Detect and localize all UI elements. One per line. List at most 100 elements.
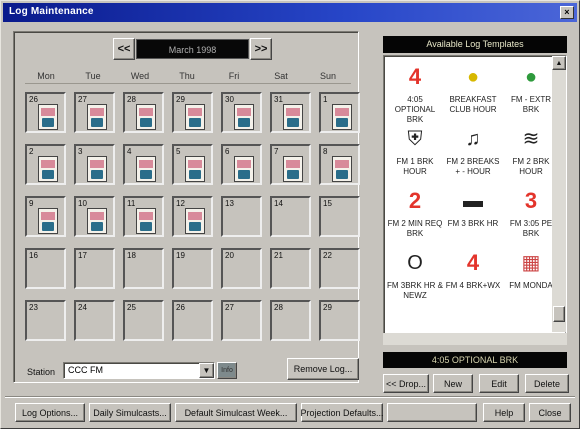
templates-vscrollbar[interactable]: ▲ ▼ <box>552 56 566 344</box>
log-document-icon <box>185 156 205 182</box>
template-label: FM 2 BREAKS + - HOUR <box>446 157 500 176</box>
template-item[interactable]: ⛨ FM 1 BRK HOUR <box>386 124 444 177</box>
calendar-day[interactable]: 2 <box>25 144 66 185</box>
calendar-day[interactable]: 19 <box>172 248 213 289</box>
calendar-day[interactable]: 30 <box>221 92 262 133</box>
calendar-day[interactable]: 20 <box>221 248 262 289</box>
log-document-icon <box>283 156 303 182</box>
calendar-day[interactable]: 26 <box>25 92 66 133</box>
log-document-icon <box>185 104 205 130</box>
close-button[interactable]: Close <box>529 403 571 422</box>
template-label: FM - EXTR BRK <box>511 95 551 114</box>
calendar-day[interactable]: 28 <box>270 300 311 341</box>
templates-hscrollbar[interactable] <box>383 333 567 345</box>
calendar-day[interactable]: 18 <box>123 248 164 289</box>
music-icon: ♫ <box>465 128 481 150</box>
calendar-day[interactable]: 6 <box>221 144 262 185</box>
scroll-up-icon[interactable]: ▲ <box>552 56 566 70</box>
calendar-day[interactable]: 4 <box>123 144 164 185</box>
prev-month-button[interactable]: << <box>113 38 135 60</box>
calendar-day[interactable]: 9 <box>25 196 66 237</box>
day-number: 14 <box>274 199 283 208</box>
calendar-day[interactable]: 12 <box>172 196 213 237</box>
delete-button[interactable]: Delete <box>525 374 569 393</box>
calendar-day[interactable]: 22 <box>319 248 360 289</box>
day-number: 22 <box>323 251 332 260</box>
calendar-day[interactable]: 29 <box>319 300 360 341</box>
log-document-icon <box>136 104 156 130</box>
help-button[interactable]: Help <box>483 403 525 422</box>
calendar-day[interactable]: 23 <box>25 300 66 341</box>
day-number: 1 <box>323 95 328 104</box>
close-icon[interactable]: × <box>560 6 574 19</box>
station-info-button[interactable]: Info <box>217 362 237 379</box>
day-number: 25 <box>127 303 136 312</box>
day-number: 6 <box>225 147 230 156</box>
drop-button[interactable]: << Drop... <box>383 374 429 393</box>
calendar-day[interactable]: 31 <box>270 92 311 133</box>
day-number: 2 <box>29 147 34 156</box>
log-options-button[interactable]: Log Options... <box>15 403 85 422</box>
shield-icon: ⛨ <box>407 128 423 150</box>
calendar-day[interactable]: 7 <box>270 144 311 185</box>
day-number: 11 <box>127 199 136 208</box>
calendar-day[interactable]: 8 <box>319 144 360 185</box>
template-item[interactable]: ● BREAKFAST CLUB HOUR <box>444 62 502 115</box>
day-number: 31 <box>274 95 283 104</box>
template-item[interactable]: ♫ FM 2 BREAKS + - HOUR <box>444 124 502 177</box>
template-item[interactable]: 4 FM 4 BRK+WX <box>444 248 502 291</box>
weekday-label: Wed <box>130 71 150 81</box>
calendar-day[interactable]: 14 <box>270 196 311 237</box>
footer-divider <box>5 396 575 398</box>
calendar-day[interactable]: 16 <box>25 248 66 289</box>
daily-simulcasts-button[interactable]: Daily Simulcasts... <box>89 403 171 422</box>
station-select[interactable]: CCC FM <box>63 362 215 379</box>
calendar-day[interactable]: 3 <box>74 144 115 185</box>
calendar-day[interactable]: 29 <box>172 92 213 133</box>
scroll-thumb[interactable] <box>553 306 565 322</box>
station-label: Station <box>27 367 56 377</box>
calendar-day[interactable]: 25 <box>123 300 164 341</box>
calendar-day[interactable]: 17 <box>74 248 115 289</box>
selected-template: 4:05 OPTIONAL BRK <box>383 352 567 368</box>
template-item[interactable]: O FM 3BRK HR & NEWZ <box>386 248 444 301</box>
window-title: Log Maintenance <box>9 6 94 17</box>
day-number: 27 <box>78 95 87 104</box>
calendar-day[interactable]: 15 <box>319 196 360 237</box>
template-label: FM 3BRK HR & NEWZ <box>386 281 443 300</box>
calendar-day[interactable]: 21 <box>270 248 311 289</box>
template-label: FM 2 BRK HOUR <box>512 157 550 176</box>
calendar-day[interactable]: 27 <box>221 300 262 341</box>
remove-log-button[interactable]: Remove Log... <box>287 358 359 380</box>
calendar-day[interactable]: 13 <box>221 196 262 237</box>
calendar-day[interactable]: 27 <box>74 92 115 133</box>
edit-button[interactable]: Edit <box>479 374 519 393</box>
log-document-icon <box>87 156 107 182</box>
day-number: 24 <box>78 303 87 312</box>
calendar-day[interactable]: 28 <box>123 92 164 133</box>
calendar-day[interactable]: 5 <box>172 144 213 185</box>
day-number: 28 <box>127 95 136 104</box>
day-number: 19 <box>176 251 185 260</box>
day-number: 3 <box>78 147 83 156</box>
log-document-icon <box>136 156 156 182</box>
templates-list[interactable]: 4 4:05 OPTIONAL BRK ● BREAKFAST CLUB HOUR ● F… <box>383 55 567 345</box>
tape-icon: ▬ <box>463 190 483 212</box>
calendar-day[interactable]: 10 <box>74 196 115 237</box>
chevron-down-icon[interactable]: ▼ <box>199 363 214 378</box>
template-item[interactable]: 2 FM 2 MIN REQ BRK <box>386 186 444 239</box>
weekday-label: Thu <box>179 71 195 81</box>
day-number: 13 <box>225 199 234 208</box>
calendar-day[interactable]: 1 <box>319 92 360 133</box>
template-item[interactable]: 4 4:05 OPTIONAL BRK <box>386 62 444 125</box>
calendar-day[interactable]: 26 <box>172 300 213 341</box>
next-month-button[interactable]: >> <box>250 38 272 60</box>
new-button[interactable]: New <box>433 374 473 393</box>
day-number: 15 <box>323 199 332 208</box>
template-item[interactable]: ▬ FM 3 BRK HR <box>444 186 502 229</box>
calendar-day[interactable]: 11 <box>123 196 164 237</box>
projection-defaults-button[interactable]: Projection Defaults... <box>300 403 384 422</box>
default-simulcast-week-button[interactable]: Default Simulcast Week... <box>175 403 297 422</box>
calendar-day[interactable]: 24 <box>74 300 115 341</box>
day-number: 29 <box>176 95 185 104</box>
